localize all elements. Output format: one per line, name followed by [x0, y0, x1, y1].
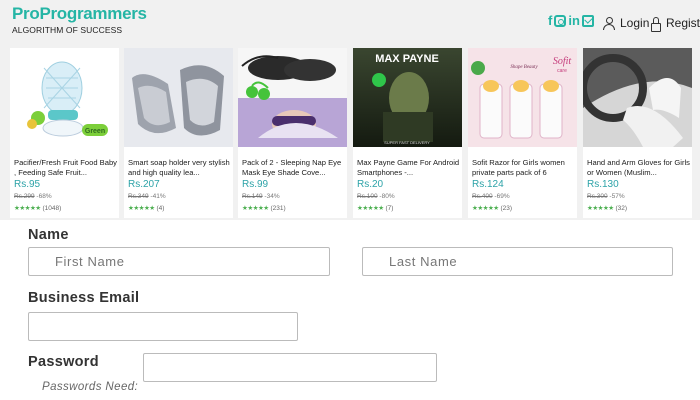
product-image[interactable]: Sofit care Shape Beauty	[468, 48, 577, 147]
first-name-input[interactable]	[28, 247, 330, 276]
delivery-caption: SUPER FAST DELIVERY	[384, 140, 430, 145]
sofit-brand-text: Sofit	[553, 56, 572, 67]
product-title[interactable]: Pack of 2 - Sleeping Nap Eye Mask Eye Sh…	[242, 158, 346, 178]
product-rating: ★★★★★ (1048)	[14, 205, 62, 212]
mail-icon[interactable]	[581, 15, 594, 27]
last-name-input[interactable]	[362, 247, 673, 276]
product-title[interactable]: Max Payne Game For Android Smartphones -…	[357, 158, 461, 178]
product-card[interactable]: Sofit care Shape Beauty Sofit Razor for …	[468, 48, 577, 218]
product-rating: ★★★★★ (23)	[472, 205, 513, 212]
login-label: Login	[620, 16, 650, 30]
product-image[interactable]	[124, 48, 233, 147]
game-title-text: MAX PAYNE	[375, 53, 439, 65]
product-image[interactable]	[238, 48, 347, 147]
password-input[interactable]	[143, 353, 437, 382]
product-old-price: Rs.400 -69%	[472, 193, 510, 200]
instagram-icon[interactable]	[554, 15, 567, 27]
product-title[interactable]: Pacifier/Fresh Fruit Food Baby , Feeding…	[14, 158, 118, 178]
password-requirements-heading: Passwords Need:	[42, 381, 139, 393]
product-card[interactable]: Green Pacifier/Fresh Fruit Food Baby , F…	[10, 48, 119, 218]
brand-name[interactable]: ProProgrammers	[12, 4, 147, 24]
product-price: Rs.130	[587, 179, 619, 190]
product-card[interactable]: MAX PAYNE SUPER FAST DELIVERY Max Payne …	[353, 48, 462, 218]
brand-tagline: ALGORITHM OF SUCCESS	[12, 25, 123, 35]
product-old-price: Rs.349 -41%	[128, 193, 166, 200]
product-title[interactable]: Sofit Razor for Girls women private part…	[472, 158, 576, 178]
shape-beauty-text: Shape Beauty	[510, 65, 538, 70]
lock-icon	[651, 16, 661, 32]
product-rating: ★★★★★ (32)	[587, 205, 628, 212]
name-label: Name	[28, 227, 69, 243]
register-label: Register	[666, 16, 700, 30]
product-card[interactable]: Smart soap holder very stylish and high …	[124, 48, 233, 218]
user-icon	[603, 17, 615, 30]
login-link[interactable]: Login	[603, 16, 649, 30]
password-label: Password	[28, 354, 99, 370]
top-navbar: ProProgrammers ALGORITHM OF SUCCESS f in…	[0, 0, 700, 45]
product-price: Rs.95	[14, 179, 41, 190]
product-image[interactable]: Green	[10, 48, 119, 147]
linkedin-icon[interactable]: in	[568, 14, 580, 28]
product-title[interactable]: Hand and Arm Gloves for Girls or Women (…	[587, 158, 691, 178]
sofit-care-text: care	[557, 68, 567, 74]
product-rating: ★★★★★ (7)	[357, 205, 394, 212]
facebook-icon[interactable]: f	[548, 14, 552, 28]
product-price: Rs.20	[357, 179, 384, 190]
product-card[interactable]: Hand and Arm Gloves for Girls or Women (…	[583, 48, 692, 218]
product-image[interactable]	[583, 48, 692, 147]
product-card[interactable]: Pack of 2 - Sleeping Nap Eye Mask Eye Sh…	[238, 48, 347, 218]
product-price: Rs.207	[128, 179, 160, 190]
green-badge-text: Green	[85, 128, 105, 135]
brand-logo[interactable]: ProProgrammers ALGORITHM OF SUCCESS	[12, 4, 147, 35]
product-old-price: Rs.100 -80%	[357, 193, 395, 200]
product-rating: ★★★★★ (231)	[242, 205, 286, 212]
product-old-price: Rs.299 -68%	[14, 193, 52, 200]
product-image[interactable]: MAX PAYNE SUPER FAST DELIVERY	[353, 48, 462, 147]
business-email-label: Business Email	[28, 290, 140, 306]
product-old-price: Rs.300 -57%	[587, 193, 625, 200]
business-email-input[interactable]	[28, 312, 298, 341]
product-price: Rs.124	[472, 179, 504, 190]
product-price: Rs.99	[242, 179, 269, 190]
social-links: f in	[548, 14, 594, 28]
product-title[interactable]: Smart soap holder very stylish and high …	[128, 158, 232, 178]
product-rating: ★★★★★ (4)	[128, 205, 165, 212]
register-link[interactable]: Register	[651, 16, 700, 32]
product-old-price: Rs.149 -34%	[242, 193, 280, 200]
